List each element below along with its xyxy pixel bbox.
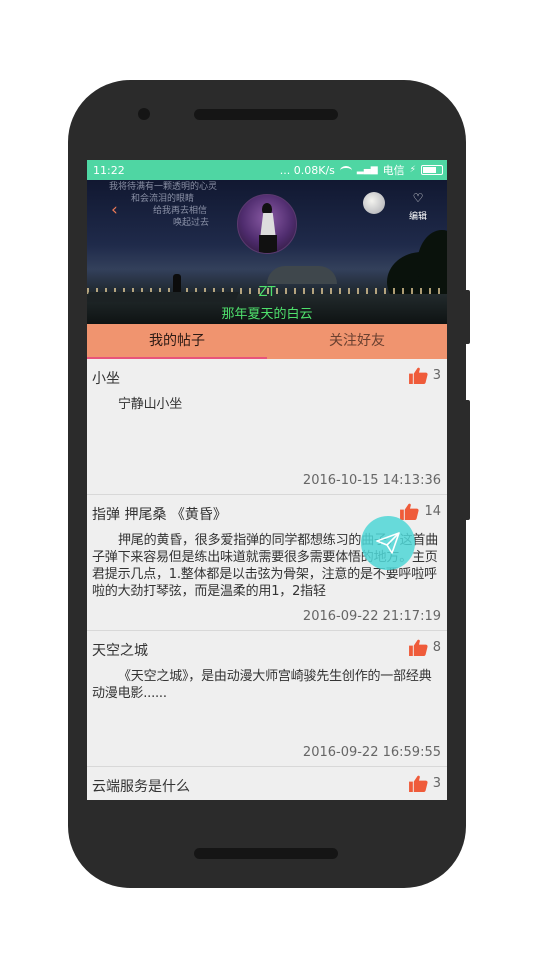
profile-header: 我将待满有一颗透明的心灵 和会流泪的眼睛 给我再去相信 唤起过去 ‹ ♡ 编辑 … xyxy=(87,180,447,324)
send-icon xyxy=(376,532,400,554)
tab-following-friends[interactable]: 关注好友 xyxy=(267,324,447,359)
power-button xyxy=(462,290,470,344)
post-time: 2016-09-22 21:17:19 xyxy=(302,609,441,624)
heart-icon: ♡ xyxy=(412,191,424,205)
like-count: 14 xyxy=(424,504,441,519)
user-signature: 那年夏天的白云 xyxy=(221,307,313,322)
like-count: 8 xyxy=(432,640,441,655)
like-button[interactable]: 8 xyxy=(408,639,441,656)
like-button[interactable]: 3 xyxy=(408,775,441,792)
earpiece-speaker xyxy=(194,109,338,120)
like-button[interactable]: 14 xyxy=(400,503,441,520)
bottom-speaker xyxy=(194,848,338,859)
avatar[interactable] xyxy=(237,194,297,254)
signal-icon: ▂▄▆ xyxy=(356,165,378,175)
post-time: 2016-09-22 16:59:55 xyxy=(302,745,441,760)
back-arrow-icon[interactable]: ‹ xyxy=(111,200,118,220)
new-post-button[interactable] xyxy=(361,516,415,570)
user-name: ZT xyxy=(258,285,276,300)
app-screen: 11:22 ... 0.08K/s ▂▄▆ 电信 ⚡ 我将待满有一颗透明的心灵 … xyxy=(87,160,447,800)
post-title: 指弹 押尾桑 《黄昏》 xyxy=(92,507,227,523)
post-item[interactable]: 小坐 3 宁静山小坐 2016-10-15 14:13:36 xyxy=(87,359,447,495)
stadium-silhouette xyxy=(267,266,337,284)
edit-label: 编辑 xyxy=(409,212,428,222)
volume-button xyxy=(462,400,470,520)
thumbs-up-icon xyxy=(408,639,428,656)
edit-button[interactable]: ♡ 编辑 xyxy=(409,192,427,223)
status-icons: ... 0.08K/s ▂▄▆ 电信 ⚡ xyxy=(280,162,443,178)
status-bar: 11:22 ... 0.08K/s ▂▄▆ 电信 ⚡ xyxy=(87,160,447,180)
tab-my-posts[interactable]: 我的帖子 xyxy=(87,324,267,359)
charging-icon: ⚡ xyxy=(409,165,416,175)
post-title: 小坐 xyxy=(92,371,120,387)
post-list: 小坐 3 宁静山小坐 2016-10-15 14:13:36 指弹 押尾桑 《黄… xyxy=(87,359,447,800)
wifi-icon xyxy=(339,165,352,175)
post-title: 云端服务是什么 xyxy=(92,779,190,795)
post-body: 宁静山小坐 xyxy=(118,397,183,412)
avatar-figure xyxy=(259,235,277,253)
network-speed: ... 0.08K/s xyxy=(279,163,335,177)
post-title: 天空之城 xyxy=(92,643,148,659)
post-item[interactable]: 天空之城 8 《天空之城》，是由动漫大师宫崎骏先生创作的一部经典动漫电影....… xyxy=(87,631,447,767)
post-body: 《天空之城》，是由动漫大师宫崎骏先生创作的一部经典动漫电影...... xyxy=(92,669,432,701)
carrier-label: 电信 xyxy=(382,164,405,177)
like-count: 3 xyxy=(432,776,441,791)
thumbs-up-icon xyxy=(400,503,420,520)
battery-icon xyxy=(421,165,443,175)
poem-line: 唤起过去 xyxy=(173,218,210,228)
tab-bar: 我的帖子 关注好友 xyxy=(87,324,447,359)
status-time: 11:22 xyxy=(93,163,125,177)
moon-image xyxy=(363,192,385,214)
thumbs-up-icon xyxy=(408,775,428,792)
post-time: 2016-10-15 14:13:36 xyxy=(302,473,441,488)
post-item[interactable]: 云端服务是什么 3 xyxy=(87,767,447,800)
front-camera xyxy=(138,108,150,120)
like-count: 3 xyxy=(432,368,441,383)
thumbs-up-icon xyxy=(408,367,428,384)
like-button[interactable]: 3 xyxy=(408,367,441,384)
